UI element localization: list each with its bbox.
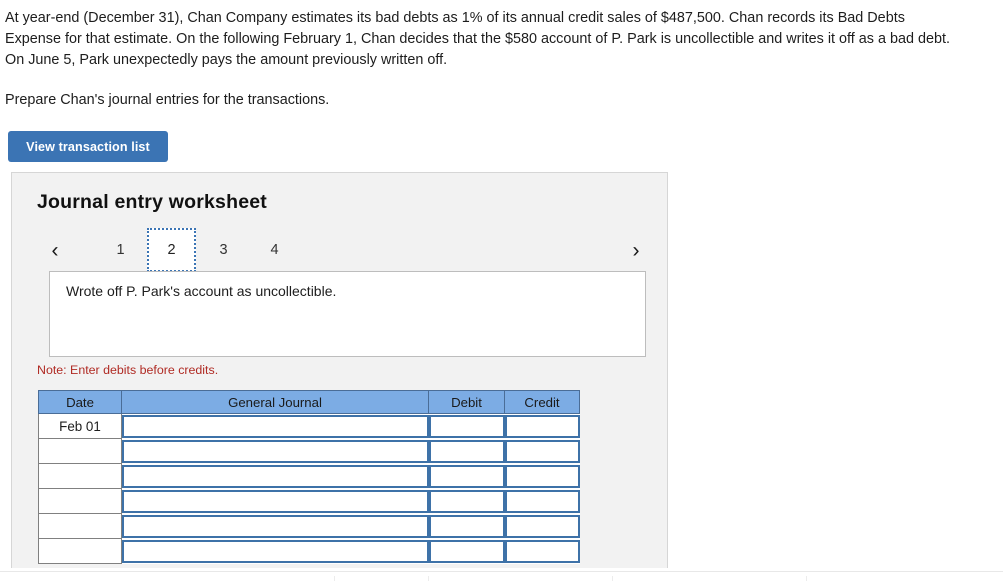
credit-cell-3[interactable] — [504, 463, 580, 489]
footer-tick — [428, 576, 429, 581]
credit-input-6[interactable] — [504, 539, 580, 563]
date-cell-2[interactable] — [38, 438, 122, 464]
footer-tick — [612, 576, 613, 581]
transaction-description-box: Wrote off P. Park's account as uncollect… — [49, 271, 646, 357]
credit-input-5[interactable] — [504, 514, 580, 538]
date-cell-3[interactable] — [38, 463, 122, 489]
journal-entry-worksheet-panel: Journal entry worksheet ‹ 1 2 3 4 › Wrot… — [11, 172, 668, 568]
date-cell-1[interactable]: Feb 01 — [38, 413, 122, 439]
debit-cell-4[interactable] — [428, 488, 505, 514]
column-header-date: Date — [38, 390, 122, 414]
credit-input-2[interactable] — [504, 439, 580, 463]
credit-cell-1[interactable] — [504, 413, 580, 439]
credit-cell-5[interactable] — [504, 513, 580, 539]
general-journal-cell-5[interactable] — [121, 513, 429, 539]
table-row — [38, 463, 580, 489]
general-journal-input-4[interactable] — [122, 489, 429, 513]
worksheet-tab-4[interactable]: 4 — [250, 228, 299, 272]
general-journal-input-5[interactable] — [122, 514, 429, 538]
problem-statement: At year-end (December 31), Chan Company … — [5, 8, 960, 111]
date-cell-4[interactable] — [38, 488, 122, 514]
credit-cell-6[interactable] — [504, 538, 580, 564]
date-cell-5[interactable] — [38, 513, 122, 539]
table-header-row: Date General Journal Debit Credit — [38, 390, 580, 414]
general-journal-cell-4[interactable] — [121, 488, 429, 514]
debit-input-4[interactable] — [428, 489, 505, 513]
general-journal-cell-1[interactable] — [121, 413, 429, 439]
worksheet-tab-1[interactable]: 1 — [96, 228, 145, 272]
general-journal-cell-6[interactable] — [121, 538, 429, 564]
debit-cell-3[interactable] — [428, 463, 505, 489]
credit-cell-2[interactable] — [504, 438, 580, 464]
worksheet-tab-3[interactable]: 3 — [199, 228, 248, 272]
column-header-debit: Debit — [428, 390, 505, 414]
credit-input-3[interactable] — [504, 464, 580, 488]
debits-before-credits-note: Note: Enter debits before credits. — [37, 363, 219, 377]
view-transaction-list-button[interactable]: View transaction list — [8, 131, 168, 162]
credit-input-1[interactable] — [504, 414, 580, 438]
chevron-right-icon[interactable]: › — [621, 228, 651, 272]
general-journal-input-2[interactable] — [122, 439, 429, 463]
table-row — [38, 538, 580, 564]
worksheet-title: Journal entry worksheet — [37, 191, 268, 213]
date-cell-6[interactable] — [38, 538, 122, 564]
debit-input-6[interactable] — [428, 539, 505, 563]
transaction-description-text: Wrote off P. Park's account as uncollect… — [66, 283, 337, 299]
column-header-credit: Credit — [504, 390, 580, 414]
credit-input-4[interactable] — [504, 489, 580, 513]
table-row — [38, 488, 580, 514]
table-row — [38, 513, 580, 539]
credit-cell-4[interactable] — [504, 488, 580, 514]
debit-cell-2[interactable] — [428, 438, 505, 464]
general-journal-cell-2[interactable] — [121, 438, 429, 464]
problem-paragraph-1: At year-end (December 31), Chan Company … — [5, 10, 951, 68]
chevron-left-icon[interactable]: ‹ — [40, 228, 70, 272]
problem-paragraph-2: Prepare Chan's journal entries for the t… — [5, 92, 330, 108]
debit-cell-1[interactable] — [428, 413, 505, 439]
general-journal-input-1[interactable] — [122, 414, 429, 438]
worksheet-pager: ‹ 1 2 3 4 › — [34, 228, 649, 272]
debit-cell-6[interactable] — [428, 538, 505, 564]
column-header-general-journal: General Journal — [121, 390, 429, 414]
general-journal-input-6[interactable] — [122, 539, 429, 563]
debit-input-3[interactable] — [428, 464, 505, 488]
debit-input-2[interactable] — [428, 439, 505, 463]
footer-tick — [806, 576, 807, 581]
general-journal-cell-3[interactable] — [121, 463, 429, 489]
table-row — [38, 438, 580, 464]
general-journal-input-3[interactable] — [122, 464, 429, 488]
debit-cell-5[interactable] — [428, 513, 505, 539]
journal-entry-table: Date General Journal Debit Credit Feb 01 — [38, 390, 580, 564]
worksheet-tab-2[interactable]: 2 — [147, 228, 196, 272]
footer-tick — [334, 576, 335, 581]
table-row: Feb 01 — [38, 413, 580, 439]
debit-input-5[interactable] — [428, 514, 505, 538]
debit-input-1[interactable] — [428, 414, 505, 438]
